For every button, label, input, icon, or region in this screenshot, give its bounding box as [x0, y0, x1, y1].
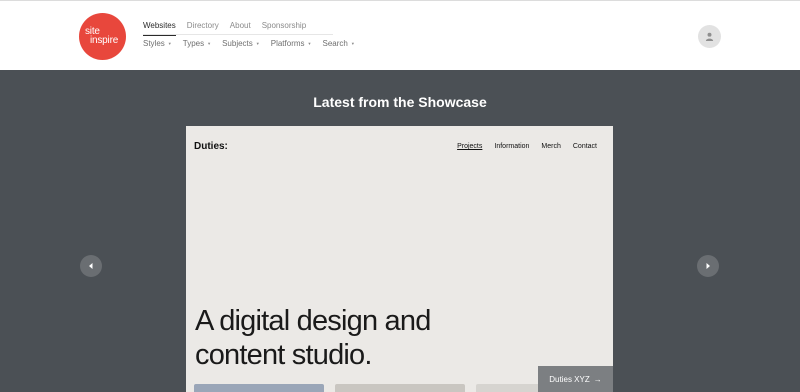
caret-down-icon: ▼	[167, 41, 172, 46]
nav-dropdown-types[interactable]: Types ▼	[183, 39, 211, 48]
nav-divider	[143, 34, 333, 35]
showcase-slide[interactable]: Duties: Projects Information Merch Conta…	[186, 126, 613, 392]
slide-thumbnail	[335, 384, 465, 392]
nav-dropdown-label: Styles	[143, 39, 165, 48]
site-tag-button[interactable]: Duties XYZ →	[538, 366, 613, 392]
slide-headline-line2: content studio.	[195, 339, 372, 371]
arrow-right-icon: →	[593, 374, 602, 384]
user-account-button[interactable]	[698, 25, 721, 48]
nav-dropdown-label: Search	[322, 39, 348, 48]
caret-down-icon: ▼	[255, 41, 260, 46]
slide-nav-merch: Merch	[541, 143, 561, 150]
caret-down-icon: ▼	[207, 41, 212, 46]
chevron-right-icon	[706, 263, 710, 269]
site-tag-label: Duties XYZ	[549, 374, 590, 384]
site-header: site inspire Websites Directory About Sp…	[0, 0, 800, 70]
logo-text-line2: inspire	[90, 35, 119, 46]
nav-dropdown-label: Platforms	[270, 39, 305, 48]
user-icon	[705, 32, 714, 41]
siteinspire-logo[interactable]: site inspire	[79, 13, 126, 60]
slide-site-nav: Projects Information Merch Contact	[457, 143, 597, 150]
slide-nav-contact: Contact	[572, 143, 597, 150]
secondary-nav: Styles ▼ Types ▼ Subjects ▼ Platforms ▼ …	[143, 39, 355, 48]
slide-headline: A digital design and content studio.	[195, 304, 431, 372]
slide-nav-information: Information	[494, 143, 530, 150]
caret-down-icon: ▼	[350, 41, 355, 46]
carousel-next-button[interactable]	[697, 255, 719, 277]
slide-thumbnail	[476, 384, 546, 392]
showcase-title: Latest from the Showcase	[313, 94, 487, 110]
nav-dropdown-styles[interactable]: Styles ▼	[143, 39, 172, 48]
nav-dropdown-search[interactable]: Search ▼	[323, 39, 355, 48]
slide-nav-projects: Projects	[457, 143, 483, 150]
slide-site-brand: Duties:	[194, 141, 228, 152]
carousel-prev-button[interactable]	[80, 255, 102, 277]
nav-dropdown-platforms[interactable]: Platforms ▼	[271, 39, 312, 48]
slide-thumbnail	[194, 384, 324, 392]
caret-down-icon: ▼	[307, 41, 312, 46]
nav-dropdown-subjects[interactable]: Subjects ▼	[222, 39, 260, 48]
chevron-left-icon	[89, 263, 93, 269]
nav-dropdown-label: Types	[182, 39, 205, 48]
nav-dropdown-label: Subjects	[222, 39, 253, 48]
slide-headline-line1: A digital design and	[195, 305, 431, 337]
